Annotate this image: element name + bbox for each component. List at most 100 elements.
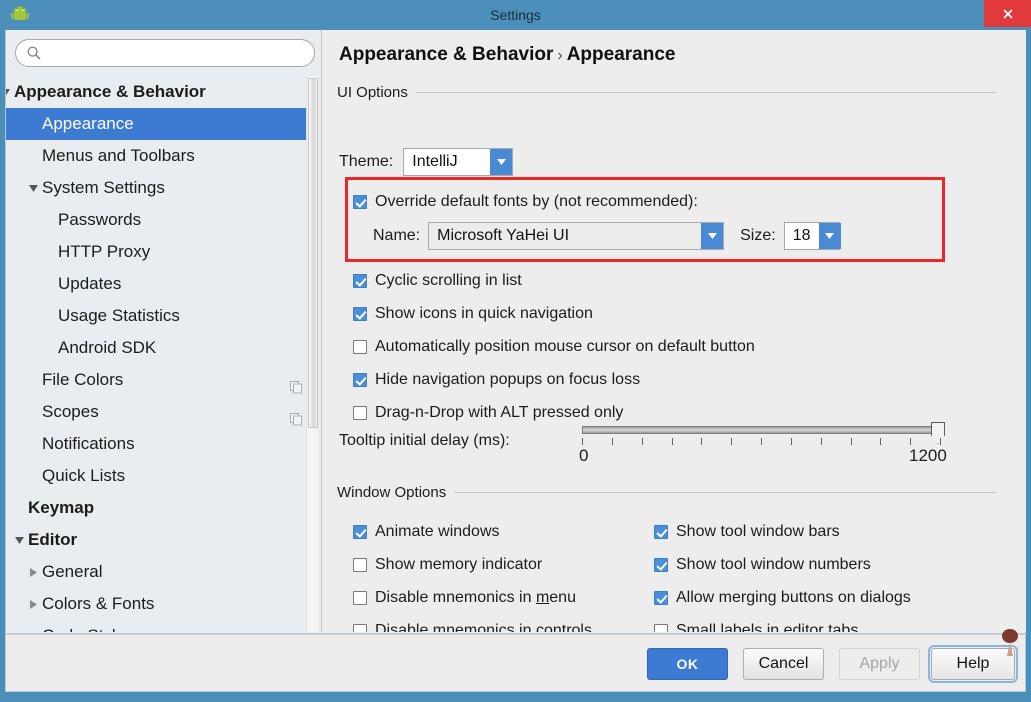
sidebar-item-usage-statistics[interactable]: Usage Statistics bbox=[6, 300, 311, 332]
chevron-down-icon[interactable] bbox=[12, 524, 26, 556]
theme-row: Theme: IntelliJ bbox=[339, 148, 514, 176]
window-options-title: Window Options bbox=[337, 482, 997, 502]
sidebar-item-label: Menus and Toolbars bbox=[42, 146, 195, 165]
copy-icon[interactable] bbox=[290, 405, 303, 426]
tooltip-delay-slider-ticks bbox=[582, 438, 942, 445]
sidebar-item-label: Appearance & Behavior bbox=[14, 82, 206, 101]
sidebar-item-code-style[interactable]: Code Style bbox=[6, 620, 311, 632]
checkbox[interactable] bbox=[353, 623, 367, 632]
checkbox-row-cyclic-scrolling-in-list[interactable]: Cyclic scrolling in list bbox=[353, 264, 755, 297]
sidebar-item-general[interactable]: General bbox=[6, 556, 311, 588]
cancel-button[interactable]: Cancel bbox=[743, 648, 824, 680]
font-size-combobox[interactable]: 18 bbox=[783, 222, 841, 250]
sidebar-item-keymap[interactable]: Keymap bbox=[6, 492, 311, 524]
section-divider bbox=[454, 491, 997, 493]
sidebar-item-menus-and-toolbars[interactable]: Menus and Toolbars bbox=[6, 140, 311, 172]
checkbox-row-disable-mnemonics-in-menu[interactable]: Disable mnemonics in menu bbox=[353, 581, 592, 614]
checkbox[interactable] bbox=[353, 273, 367, 288]
copy-icon[interactable] bbox=[290, 629, 303, 632]
sidebar-item-quick-lists[interactable]: Quick Lists bbox=[6, 460, 311, 492]
sidebar-item-file-colors[interactable]: File Colors bbox=[6, 364, 311, 396]
checkbox-row-show-tool-window-numbers[interactable]: Show tool window numbers bbox=[654, 548, 911, 581]
chevron-right-icon[interactable] bbox=[26, 620, 40, 632]
override-default-fonts-checkbox-row[interactable]: Override default fonts by (not recommend… bbox=[353, 190, 698, 214]
section-divider bbox=[415, 91, 997, 93]
sidebar-item-label: Android SDK bbox=[58, 338, 157, 357]
copy-icon[interactable] bbox=[290, 373, 303, 394]
tooltip-delay-slider-track[interactable] bbox=[582, 426, 940, 434]
sidebar-item-android-sdk[interactable]: Android SDK bbox=[6, 332, 311, 364]
sidebar-scrollbar-track[interactable] bbox=[306, 76, 318, 632]
checkbox[interactable] bbox=[353, 557, 367, 572]
checkbox[interactable] bbox=[654, 590, 668, 605]
sidebar-item-label: Updates bbox=[58, 274, 122, 293]
checkbox-row-disable-mnemonics-in-controls[interactable]: Disable mnemonics in controls bbox=[353, 614, 592, 632]
sidebar-item-label: Usage Statistics bbox=[58, 306, 180, 325]
sidebar-item-appearance[interactable]: Appearance bbox=[6, 108, 311, 140]
settings-tree[interactable]: Appearance & Behavior Appearance Menus and… bbox=[6, 76, 311, 632]
sidebar-item-label: Colors & Fonts bbox=[42, 594, 155, 613]
help-button[interactable]: Help bbox=[928, 645, 1018, 683]
checkbox-label: Automatically position mouse cursor on d… bbox=[375, 337, 755, 355]
ui-options-title-text: UI Options bbox=[337, 83, 408, 101]
checkbox-label: Disable mnemonics in controls bbox=[375, 621, 592, 633]
checkbox-row-automatically-position-mouse-cursor-on-default-button[interactable]: Automatically position mouse cursor on d… bbox=[353, 330, 755, 363]
breadcrumb-separator: › bbox=[557, 47, 563, 64]
checkbox-label: Animate windows bbox=[375, 522, 500, 540]
checkbox[interactable] bbox=[353, 524, 367, 539]
chevron-down-icon[interactable] bbox=[818, 223, 841, 249]
sidebar-item-passwords[interactable]: Passwords bbox=[6, 204, 311, 236]
checkbox-row-animate-windows[interactable]: Animate windows bbox=[353, 515, 592, 548]
search-input[interactable] bbox=[15, 39, 315, 67]
theme-label: Theme: bbox=[339, 153, 394, 170]
checkbox[interactable] bbox=[353, 339, 367, 354]
theme-value: IntelliJ bbox=[404, 149, 491, 175]
checkbox-label: Disable mnemonics in menu bbox=[375, 588, 576, 606]
sidebar-scrollbar-thumb[interactable] bbox=[308, 78, 318, 428]
checkbox-row-show-icons-in-quick-navigation[interactable]: Show icons in quick navigation bbox=[353, 297, 755, 330]
sidebar-item-http-proxy[interactable]: HTTP Proxy bbox=[6, 236, 311, 268]
checkbox-row-show-memory-indicator[interactable]: Show memory indicator bbox=[353, 548, 592, 581]
checkbox[interactable] bbox=[353, 372, 367, 387]
font-name-combobox[interactable]: Microsoft YaHei UI bbox=[428, 222, 725, 250]
theme-combobox[interactable]: IntelliJ bbox=[403, 148, 514, 176]
checkbox[interactable] bbox=[353, 590, 367, 605]
sidebar-item-label: Appearance bbox=[42, 114, 134, 133]
ui-options-title: UI Options bbox=[337, 82, 997, 102]
chevron-down-icon[interactable] bbox=[701, 223, 724, 249]
sidebar-item-appearance-behavior[interactable]: Appearance & Behavior bbox=[6, 76, 311, 108]
checkbox-label: Small labels in editor tabs bbox=[676, 621, 859, 633]
checkbox-label: Show tool window bars bbox=[676, 522, 840, 540]
checkbox-row-allow-merging-buttons-on-dialogs[interactable]: Allow merging buttons on dialogs bbox=[654, 581, 911, 614]
checkbox[interactable] bbox=[654, 557, 668, 572]
checkbox-row-hide-navigation-popups-on-focus-loss[interactable]: Hide navigation popups on focus loss bbox=[353, 363, 755, 396]
copy-icon bbox=[290, 381, 302, 394]
search-field-wrapper bbox=[15, 39, 315, 67]
chevron-down-icon[interactable] bbox=[490, 149, 513, 175]
checkbox[interactable] bbox=[353, 306, 367, 321]
ok-button[interactable]: OK bbox=[647, 648, 728, 680]
sidebar-item-label: Scopes bbox=[42, 402, 99, 421]
chevron-right-icon[interactable] bbox=[26, 556, 40, 588]
checkbox[interactable] bbox=[654, 623, 668, 632]
chevron-down-icon[interactable] bbox=[26, 172, 40, 204]
chevron-right-icon[interactable] bbox=[26, 588, 40, 620]
settings-content-panel: Appearance & Behavior › Appearance UI Opti… bbox=[323, 30, 1026, 632]
checkbox-row-small-labels-in-editor-tabs[interactable]: Small labels in editor tabs bbox=[654, 614, 911, 632]
sidebar-item-system-settings[interactable]: System Settings bbox=[6, 172, 311, 204]
sidebar-item-editor[interactable]: Editor bbox=[6, 524, 311, 556]
override-default-fonts-checkbox[interactable] bbox=[353, 195, 367, 209]
checkbox-row-show-tool-window-bars[interactable]: Show tool window bars bbox=[654, 515, 911, 548]
sidebar-item-scopes[interactable]: Scopes bbox=[6, 396, 311, 428]
checkbox[interactable] bbox=[654, 524, 668, 539]
sidebar-item-updates[interactable]: Updates bbox=[6, 268, 311, 300]
window-title: Settings bbox=[490, 7, 541, 23]
tooltip-delay-slider-row: Tooltip initial delay (ms): 0 1200 bbox=[339, 418, 999, 478]
chevron-down-icon[interactable] bbox=[6, 76, 12, 108]
ui-options-checkbox-list: Cyclic scrolling in list Show icons in qu… bbox=[353, 264, 755, 429]
close-window-button[interactable] bbox=[984, 0, 1031, 27]
sidebar-item-notifications[interactable]: Notifications bbox=[6, 428, 311, 460]
sidebar-item-colors-fonts[interactable]: Colors & Fonts bbox=[6, 588, 311, 620]
settings-sidebar: Appearance & Behavior Appearance Menus and… bbox=[6, 30, 322, 632]
font-name-size-row: Name: Microsoft YaHei UI Size: 18 bbox=[373, 222, 841, 250]
